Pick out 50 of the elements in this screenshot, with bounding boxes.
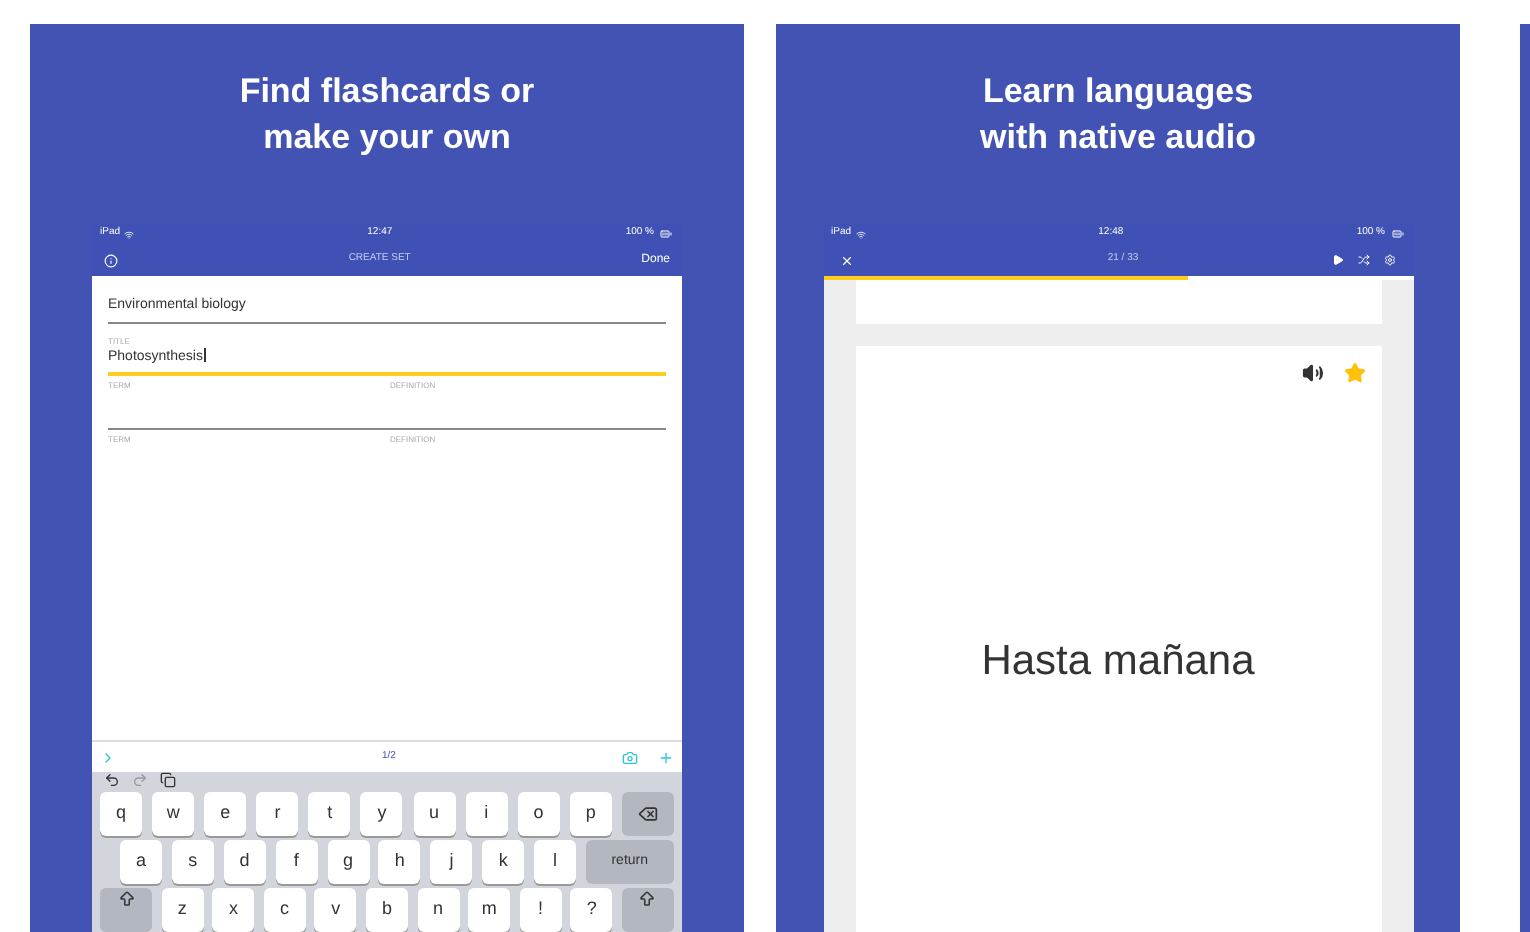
keyboard-key[interactable]: m	[468, 888, 511, 932]
keyboard-key[interactable]: ?	[570, 888, 613, 932]
keyboard-key[interactable]: y	[360, 792, 403, 836]
settings-icon[interactable]	[1384, 254, 1397, 266]
undo-icon[interactable]	[104, 772, 120, 788]
keyboard-key[interactable]: r	[256, 792, 299, 836]
keyboard-key[interactable]: d	[223, 840, 266, 884]
keyboard-key[interactable]: i	[465, 792, 508, 836]
keyboard-key[interactable]: p	[569, 792, 612, 836]
keyboard-key[interactable]: z	[161, 888, 204, 932]
star-icon[interactable]	[1343, 362, 1365, 384]
keyboard-key[interactable]: l	[534, 840, 576, 884]
shift-key[interactable]	[100, 888, 152, 932]
wifi-icon	[855, 229, 866, 239]
info-icon[interactable]	[104, 253, 118, 267]
keyboard-key[interactable]: h	[378, 840, 421, 884]
keyboard-key[interactable]: o	[517, 792, 560, 836]
card-term: Hasta mañana	[981, 636, 1255, 688]
headline: Find flashcards or make your own	[239, 70, 535, 160]
headline: Learn languages with native audio	[980, 70, 1256, 160]
keyboard-key[interactable]: t	[308, 792, 351, 836]
keyboard-key[interactable]: u	[413, 792, 456, 836]
close-icon[interactable]	[839, 253, 853, 267]
keyboard-key[interactable]: k	[482, 840, 525, 884]
keyboard-key[interactable]: b	[365, 888, 408, 932]
play-icon[interactable]	[1332, 254, 1345, 266]
shift-key[interactable]	[621, 888, 674, 932]
speaker-icon[interactable]	[1301, 362, 1323, 384]
backspace-icon	[637, 804, 658, 824]
keyboard-key[interactable]: c	[263, 888, 306, 932]
keyboard-key[interactable]: s	[171, 840, 214, 884]
keyboard-key[interactable]: !	[519, 888, 562, 932]
keyboard-key[interactable]: x	[212, 888, 255, 932]
backspace-key[interactable]	[621, 792, 674, 836]
keyboard-key[interactable]: j	[430, 840, 473, 884]
paste-icon[interactable]	[160, 772, 176, 788]
battery-icon	[658, 228, 674, 240]
keyboard-key[interactable]: w	[152, 792, 195, 836]
keyboard-key[interactable]: f	[275, 840, 318, 884]
shuffle-icon[interactable]	[1358, 254, 1371, 266]
shift-icon	[638, 890, 657, 908]
shift-icon	[117, 890, 135, 908]
keyboard-key[interactable]: e	[204, 792, 247, 836]
battery-icon	[1389, 228, 1405, 240]
wifi-icon	[124, 229, 135, 239]
keyboard-key[interactable]: a	[120, 840, 162, 884]
keyboard-key[interactable]: q	[100, 792, 142, 836]
keyboard-key[interactable]: v	[314, 888, 357, 932]
keyboard-key[interactable]: g	[327, 840, 369, 884]
keyboard-key[interactable]: n	[417, 888, 460, 932]
